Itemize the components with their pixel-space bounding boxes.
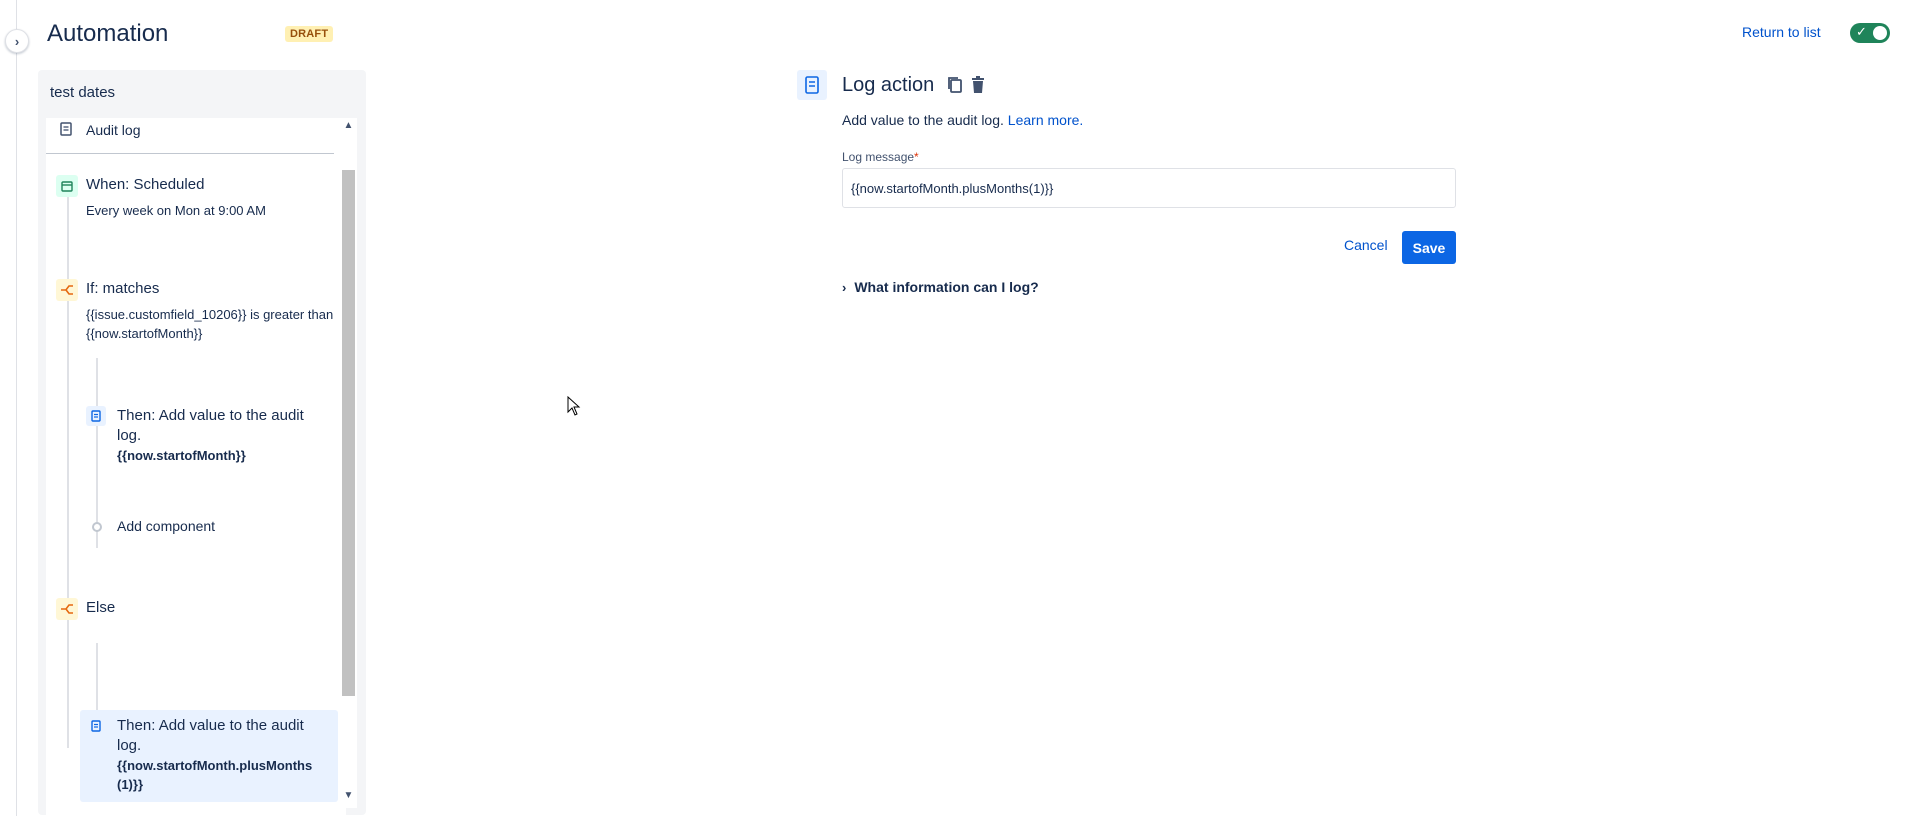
side-nav-rail: [0, 0, 17, 816]
editor-title: Log action: [842, 74, 935, 96]
expand-nav-button[interactable]: ›: [5, 29, 29, 53]
rule-component-list: Audit log When: Scheduled Every week on …: [46, 118, 346, 815]
chevron-right-icon: ›: [842, 280, 847, 295]
else-item[interactable]: Else: [86, 598, 115, 618]
copy-icon[interactable]: [947, 76, 963, 99]
add-component-link[interactable]: Add component: [117, 518, 215, 534]
scrollbar-thumb[interactable]: [342, 170, 355, 696]
add-component-dot: [92, 522, 102, 532]
log-icon: [86, 716, 106, 736]
trigger-title: When: Scheduled: [86, 176, 205, 193]
rule-enabled-toggle[interactable]: ✓: [1850, 23, 1890, 43]
info-expander[interactable]: › What information can I log?: [842, 279, 1039, 295]
trigger-item[interactable]: When: Scheduled Every week on Mon at 9:0…: [86, 175, 336, 220]
connector-line: [67, 188, 69, 748]
page-title: Automation: [47, 20, 169, 47]
then-action-value: {{now.startofMonth}}: [117, 448, 246, 463]
log-icon: [58, 120, 74, 138]
chevron-right-icon: ›: [14, 33, 20, 49]
info-expander-label: What information can I log?: [854, 279, 1039, 295]
then-action-title: Then: Add value to the audit log.: [117, 407, 304, 444]
calendar-icon: [56, 175, 78, 197]
cancel-button[interactable]: Cancel: [1335, 231, 1397, 259]
rule-panel: test dates Audit log When: Scheduled Eve…: [38, 70, 366, 815]
toggle-knob: [1873, 26, 1887, 40]
branch-icon: [56, 598, 78, 620]
trigger-description: Every week on Mon at 9:00 AM: [86, 203, 266, 218]
check-icon: ✓: [1856, 24, 1867, 39]
condition-item[interactable]: If: matches {{issue.customfield_10206}} …: [86, 279, 336, 343]
chevron-down-icon[interactable]: ▼: [340, 790, 357, 801]
rule-list-scrollbar[interactable]: ▲ ▼: [340, 118, 357, 808]
editor-description-text: Add value to the audit log.: [842, 112, 1004, 128]
learn-more-link[interactable]: Learn more.: [1008, 112, 1083, 128]
condition-title: If: matches: [86, 280, 160, 297]
save-button[interactable]: Save: [1402, 231, 1456, 264]
required-marker: *: [914, 150, 919, 164]
connector-line: [96, 358, 98, 548]
chevron-up-icon[interactable]: ▲: [340, 120, 357, 131]
else-action-item[interactable]: Then: Add value to the audit log. {{now.…: [117, 716, 332, 794]
return-to-list-link[interactable]: Return to list: [1742, 24, 1821, 40]
status-badge: DRAFT: [285, 26, 334, 42]
log-icon: [797, 70, 827, 100]
log-message-label: Log message*: [842, 150, 919, 164]
audit-log-label: Audit log: [86, 122, 141, 138]
else-action-title: Then: Add value to the audit log.: [117, 717, 304, 754]
log-message-label-text: Log message: [842, 150, 915, 164]
then-action-item[interactable]: Then: Add value to the audit log. {{now.…: [117, 406, 332, 465]
editor-description: Add value to the audit log. Learn more.: [842, 112, 1083, 128]
audit-log-item[interactable]: Audit log: [46, 118, 334, 154]
mouse-cursor-icon: [567, 396, 581, 416]
trash-icon[interactable]: [970, 76, 986, 99]
rule-name: test dates: [50, 84, 116, 101]
log-message-input[interactable]: [842, 168, 1456, 208]
log-icon: [86, 406, 106, 426]
else-action-value: {{now.startofMonth.plusMonths(1)}}: [117, 758, 313, 792]
condition-description: {{issue.customfield_10206}} is greater t…: [86, 307, 334, 341]
branch-icon: [56, 279, 78, 301]
